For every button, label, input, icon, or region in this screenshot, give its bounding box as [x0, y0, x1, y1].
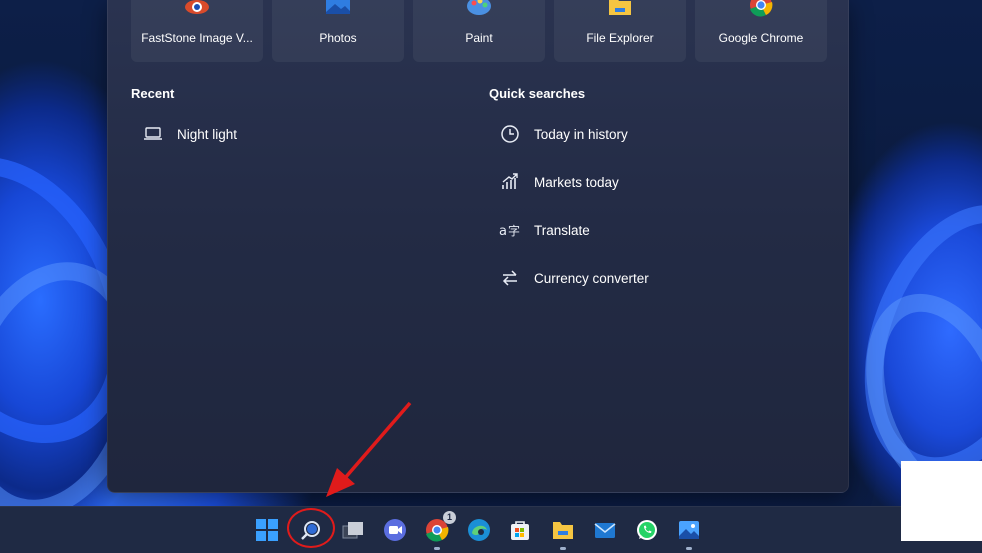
taskbar-chrome[interactable]: 1 — [424, 511, 456, 550]
laptop-icon — [141, 124, 165, 144]
app-label: Google Chrome — [718, 31, 804, 45]
notification-badge: 1 — [443, 511, 456, 524]
clock-icon — [498, 124, 522, 144]
translate-icon: a字 — [498, 220, 522, 240]
paint-icon — [467, 0, 491, 15]
svg-text:a: a — [499, 224, 507, 239]
taskbar-store[interactable] — [507, 517, 533, 543]
recent-item-night-light[interactable]: Night light — [141, 124, 237, 144]
running-indicator — [434, 547, 440, 550]
task-view-icon — [342, 522, 363, 539]
whatsapp-icon — [637, 520, 657, 540]
taskbar-whatsapp[interactable] — [634, 517, 660, 543]
app-label: FastStone Image V... — [141, 31, 253, 45]
edge-icon — [468, 519, 490, 541]
quick-search-label: Markets today — [534, 174, 619, 190]
running-indicator — [560, 547, 566, 550]
app-label: Paint — [465, 31, 493, 45]
taskbar-mail[interactable] — [592, 517, 618, 543]
folder-icon — [609, 0, 631, 15]
photos-icon — [679, 521, 699, 539]
recent-heading: Recent — [131, 86, 175, 101]
running-indicator — [686, 547, 692, 550]
app-tile-google-chrome[interactable]: Google Chrome — [695, 0, 827, 62]
svg-text:字: 字 — [508, 223, 520, 238]
taskbar-file-explorer[interactable] — [550, 517, 576, 550]
search-panel: FastStone Image V... Photos Paint File E… — [107, 0, 849, 493]
pinned-apps-row: FastStone Image V... Photos Paint File E… — [131, 0, 827, 62]
quick-search-today-in-history[interactable]: Today in history — [498, 124, 628, 144]
start-button[interactable] — [254, 517, 280, 543]
quick-search-label: Translate — [534, 222, 590, 238]
taskbar-photos[interactable] — [676, 517, 702, 550]
mail-icon — [594, 523, 616, 538]
taskbar: 1 — [0, 506, 982, 553]
task-view-button[interactable] — [340, 517, 366, 543]
app-label: Photos — [319, 31, 357, 45]
annotation-circle — [287, 508, 335, 548]
app-tile-photos[interactable]: Photos — [272, 0, 404, 62]
quick-search-markets-today[interactable]: Markets today — [498, 172, 619, 192]
chrome-icon — [750, 0, 773, 17]
photos-icon — [326, 0, 350, 14]
swap-icon — [498, 268, 522, 288]
blank-overlay — [901, 461, 982, 541]
faststone-icon — [185, 0, 209, 14]
video-call-button[interactable] — [382, 517, 408, 543]
chart-icon — [498, 172, 522, 192]
start-icon — [256, 519, 278, 541]
quick-search-currency-converter[interactable]: Currency converter — [498, 268, 649, 288]
app-tile-faststone[interactable]: FastStone Image V... — [131, 0, 263, 62]
video-call-icon — [384, 519, 406, 541]
app-tile-file-explorer[interactable]: File Explorer — [554, 0, 686, 62]
quick-search-translate[interactable]: a字 Translate — [498, 220, 590, 240]
app-tile-paint[interactable]: Paint — [413, 0, 545, 62]
recent-item-label: Night light — [177, 126, 238, 142]
quick-search-label: Currency converter — [534, 270, 649, 286]
quick-searches-heading: Quick searches — [489, 86, 586, 101]
taskbar-edge[interactable] — [466, 517, 492, 543]
store-icon — [511, 521, 529, 540]
quick-search-label: Today in history — [534, 126, 628, 142]
file-explorer-icon — [553, 522, 573, 539]
app-label: File Explorer — [586, 31, 654, 45]
